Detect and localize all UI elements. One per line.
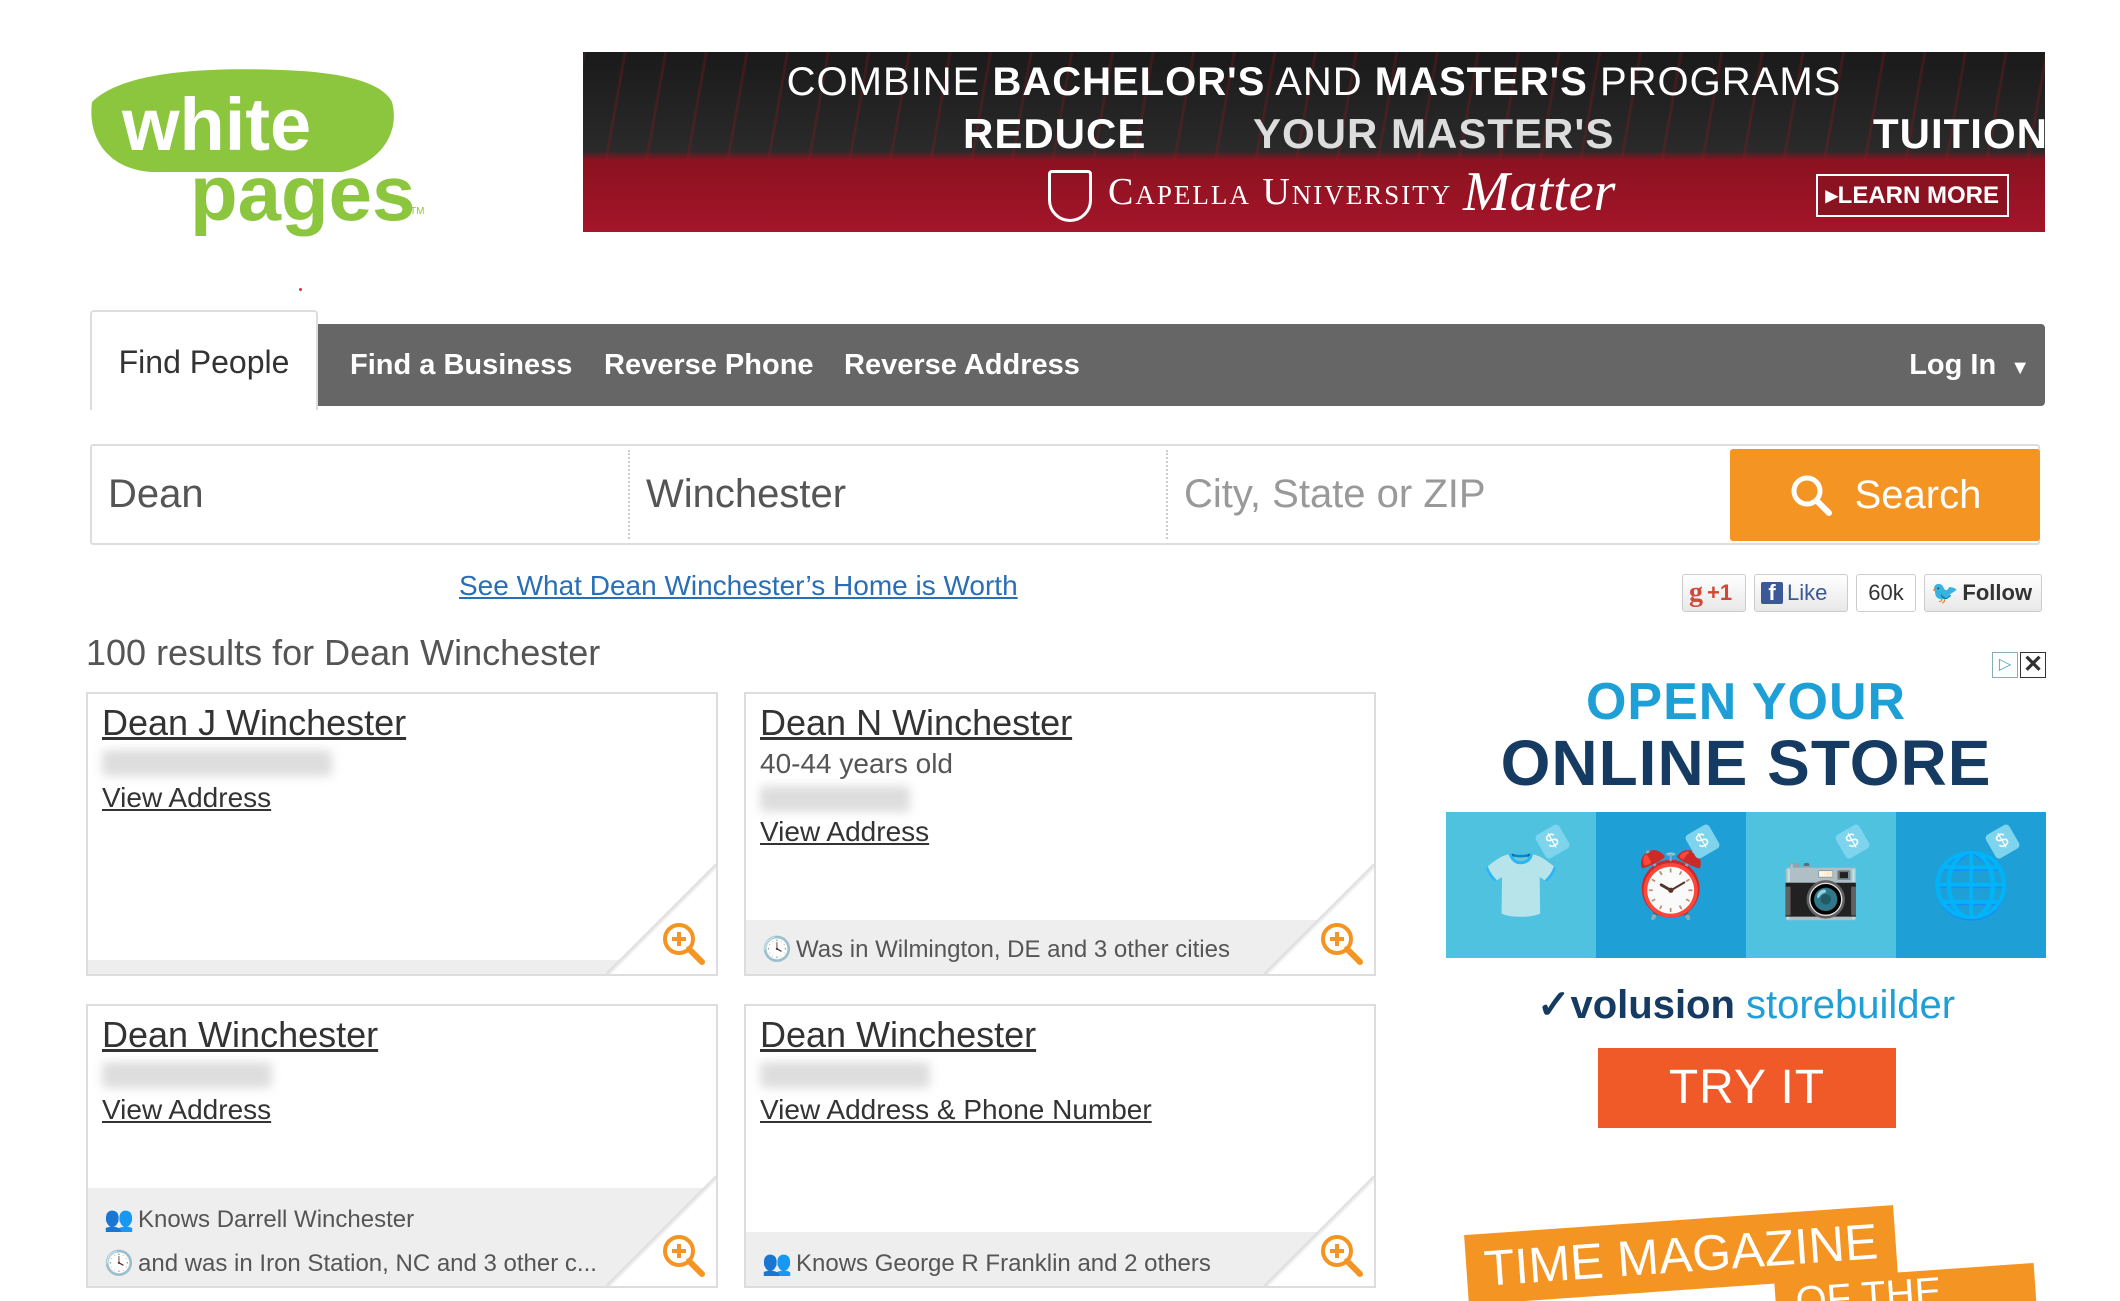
logo-graphic: white pages TM [91,69,424,237]
facebook-like-button[interactable]: f Like [1754,574,1848,612]
logo-line2: pages [190,149,415,237]
ad-headline-1: OPEN YOUR [1585,673,1907,731]
history-text: Was in Wilmington, DE and 3 other cities [796,936,1230,963]
banner-line1-mid: AND [1265,60,1375,104]
people-icon: 👥 [762,1250,792,1277]
result-name-link[interactable]: Dean Winchester [760,1014,1036,1056]
people-icon: 👥 [104,1206,134,1233]
zoom-in-icon[interactable] [660,920,706,966]
location-input[interactable] [1168,446,1728,543]
chevron-down-icon: ▼ [2010,357,2030,379]
banner-line1-pre: COMBINE [786,60,993,104]
volusion-brand: volusion [1570,983,1735,1027]
ad-headline-2: ONLINE STORE [1500,727,1992,799]
knows-line: 👥 Knows Darrell Winchester [104,1205,414,1234]
result-name-link[interactable]: Dean Winchester [102,1014,378,1056]
view-address-phone-link[interactable]: View Address & Phone Number [760,1094,1152,1126]
banner-learn-more-button[interactable]: ▸LEARN MORE [1815,174,2009,217]
volusion-v-icon: ✓ [1536,983,1571,1027]
zoom-in-icon[interactable] [1318,920,1364,966]
blurred-location [760,786,910,812]
banner-university: Capella University [1108,171,1453,213]
ad-icon-tiles: 👕 $ ⏰ $ 📷 $ 🌐 $ [1446,812,2046,958]
volusion-side-ad[interactable]: ▷ ✕ OPEN YOUR ONLINE STORE 👕 $ ⏰ $ 📷 $ 🌐 $ ✓… [1446,650,2046,1301]
history-clock-icon: 🕓 [104,1250,134,1277]
google-plus-button[interactable]: g +1 [1682,574,1746,612]
result-card[interactable]: Dean Winchester View Address & Phone Num… [744,1004,1376,1288]
last-name-input[interactable] [630,446,1164,543]
blurred-location [102,1062,272,1088]
google-plus-label: +1 [1707,580,1733,605]
tab-reverse-address[interactable]: Reverse Address [844,324,1080,406]
knows-text: Knows George R Franklin and 2 others [796,1250,1211,1277]
volusion-logo: ✓volusion storebuilder [1446,982,2046,1028]
banner-learn-more-label: LEARN MORE [1837,182,1999,209]
try-it-free-button[interactable]: TRY IT FREE [1598,1048,1896,1194]
banner-line1-bold1: BACHELOR'S [992,60,1266,104]
twitter-follow-button[interactable]: 🐦 Follow [1924,574,2042,612]
result-card[interactable]: Dean Winchester View Address 👥 Knows Darr… [86,1004,718,1288]
knows-line: 👥 Knows George R Franklin and 2 others [762,1249,1211,1278]
capella-crest-icon [1048,170,1092,222]
search-icon [1791,475,1832,516]
home-worth-link[interactable]: See What Dean Winchester’s Home is Worth [459,570,1018,602]
results-heading: 100 results for Dean Winchester [86,632,601,673]
banner-headline: COMBINE BACHELOR'S AND MASTER'S PROGRAMS [583,60,2045,105]
price-tag: $ [1533,823,1571,860]
alarm-clock-icon: ⏰ $ [1596,812,1746,958]
banner-matter: Matter [1463,161,1616,223]
facebook-like-label: Like [1787,580,1828,605]
knows-text: Knows Darrell Winchester [138,1206,415,1233]
banner-word-masters: YOUR MASTER'S [1253,110,1615,157]
price-tag: $ [1683,823,1721,860]
blurred-location [102,750,332,776]
search-button[interactable]: Search [1730,449,2040,541]
twitter-follow-label: Follow [1962,580,2033,605]
tab-reverse-phone[interactable]: Reverse Phone [604,324,814,406]
search-button-label: Search [1854,472,1982,517]
tab-find-people[interactable]: Find People [90,310,318,410]
whitepages-logo[interactable]: white pages TM [82,62,442,242]
globe-icon: 🌐 $ [1896,812,2046,958]
capella-banner-ad[interactable]: COMBINE BACHELOR'S AND MASTER'S PROGRAMS… [583,52,2045,232]
facebook-icon: f [1761,582,1783,604]
banner-line1-post: PROGRAMS [1587,60,1842,104]
twitter-icon: 🐦 [1931,580,1959,605]
google-plus-icon: g [1689,577,1703,608]
price-tag: $ [1983,823,2021,860]
banner-word-reduce: REDUCE [963,110,1147,157]
view-address-link[interactable]: View Address [102,1094,271,1126]
volusion-sub: storebuilder [1734,983,1956,1027]
result-card[interactable]: Dean N Winchester 40-44 years old View A… [744,692,1376,976]
facebook-like-count: 60k [1856,574,1916,612]
login-label: Log In [1909,349,1997,381]
nav-bar [318,324,2045,406]
zoom-in-icon[interactable] [660,1232,706,1278]
zoom-in-icon[interactable] [1318,1232,1364,1278]
view-address-link[interactable]: View Address [760,816,929,848]
login-menu[interactable]: Log In ▼ [1909,324,2030,406]
price-tag: $ [1833,823,1871,860]
logo-tm: TM [410,206,424,217]
view-address-link[interactable]: View Address [102,782,271,814]
camera-icon: 📷 $ [1746,812,1896,958]
result-card[interactable]: Dean J Winchester View Address [86,692,718,976]
history-line: 🕓 and was in Iron Station, NC and 3 other… [104,1249,597,1278]
history-text: and was in Iron Station, NC and 3 other … [138,1250,597,1277]
result-name-link[interactable]: Dean J Winchester [102,702,406,744]
banner-line1-bold2: MASTER'S [1374,60,1588,104]
shirt-icon: 👕 $ [1446,812,1596,958]
tab-find-business[interactable]: Find a Business [350,324,572,406]
result-age: 40-44 years old [760,748,954,779]
banner-word-tuition: TUITION [1873,110,2045,157]
first-name-input[interactable] [92,446,626,543]
history-line: 🕓 Was in Wilmington, DE and 3 other citie… [762,935,1230,964]
history-clock-icon: 🕓 [762,936,792,963]
red-dot [299,288,302,291]
blurred-location [760,1062,930,1088]
result-name-link[interactable]: Dean N Winchester [760,702,1072,744]
